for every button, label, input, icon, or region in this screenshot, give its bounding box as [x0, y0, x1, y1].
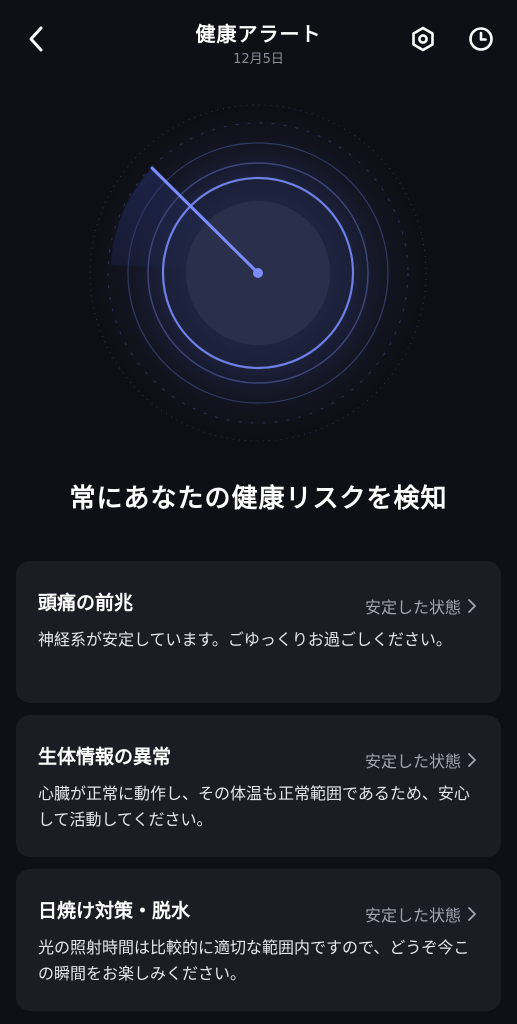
status-label[interactable]: 安定した状態: [365, 748, 477, 772]
card-description: 心臓が正常に動作し、その体温も正常範囲であるため、安心して活動してください。: [38, 784, 470, 829]
radar-scanner: [82, 97, 434, 449]
alert-card-headache[interactable]: 頭痛の前兆 安定した状態 神経系が安定しています。ごゆっくりお過ごしください。: [16, 561, 501, 703]
alert-card-sunburn[interactable]: 日焼け対策・脱水 安定した状態 光の照射時間は比較的に適切な範囲内ですので、どう…: [16, 869, 501, 1011]
history-button[interactable]: [466, 24, 496, 54]
app-header: 健康アラート 12月5日: [0, 0, 517, 80]
chevron-right-icon: [467, 752, 477, 768]
alert-card-vitals[interactable]: 生体情報の異常 安定した状態 心臓が正常に動作し、その体温も正常範囲であるため、…: [16, 715, 501, 857]
status-text: 安定した状態: [364, 752, 461, 771]
main-headline: 常にあなたの健康リスクを検知: [69, 484, 448, 514]
chevron-right-icon: [467, 598, 477, 614]
status-text: 安定した状態: [364, 598, 461, 617]
status-text: 安定した状態: [364, 906, 461, 925]
chevron-right-icon: [467, 906, 477, 922]
card-description: 神経系が安定しています。ごゆっくりお過ごしください。: [38, 630, 452, 649]
page-title: 健康アラート: [195, 22, 322, 46]
card-description: 光の照射時間は比較的に適切な範囲内ですので、どうぞ今この瞬間をお楽しみください。: [38, 938, 470, 983]
status-label[interactable]: 安定した状態: [365, 902, 477, 926]
status-label[interactable]: 安定した状態: [365, 594, 477, 618]
page-date: 12月5日: [233, 52, 284, 67]
settings-button[interactable]: [408, 24, 438, 54]
hexagon-gear-icon: [412, 26, 434, 52]
clock-icon: [469, 27, 493, 51]
